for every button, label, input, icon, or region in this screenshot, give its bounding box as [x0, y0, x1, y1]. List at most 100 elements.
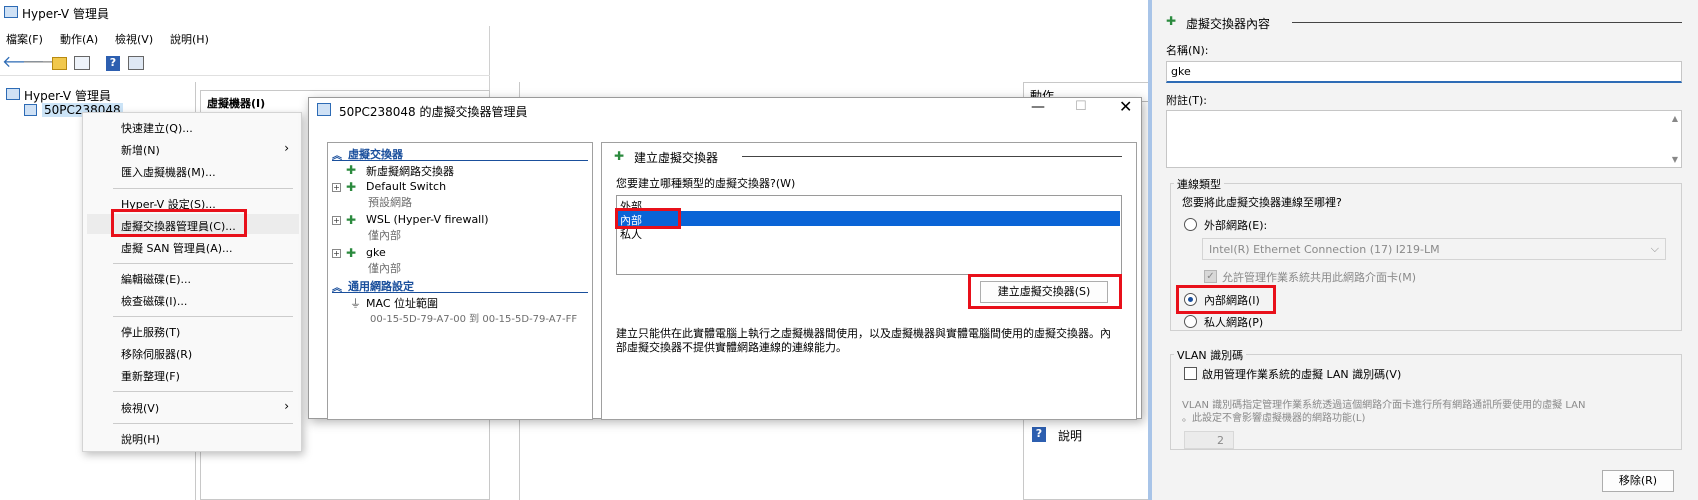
- mac-range-value: 00-15-5D-79-A7-00 到 00-15-5D-79-A7-FF: [370, 314, 578, 325]
- forward-arrow-icon[interactable]: 🡒: [22, 54, 65, 72]
- menu-import-vm[interactable]: 匯入虛擬機器(M)...: [121, 164, 216, 180]
- menu-vsan-manager[interactable]: 虛擬 SAN 管理員(A)...: [121, 240, 233, 256]
- back-arrow-icon[interactable]: 🡐: [2, 54, 45, 72]
- vlan-description-note: 。此設定不會影響虛擬機器的網路功能(L): [1182, 413, 1366, 424]
- adapter-dropdown[interactable]: Intel(R) Ethernet Connection (17) I219-L…: [1202, 238, 1666, 260]
- menu-help[interactable]: 說明(H): [121, 431, 160, 447]
- menu-file[interactable]: 檔案(F): [6, 31, 43, 47]
- switch-icon: ✚: [346, 246, 357, 260]
- properties-title: 虛擬交換器內容: [1186, 17, 1271, 31]
- external-label[interactable]: 外部網路(E):: [1204, 217, 1267, 233]
- menu-help[interactable]: 說明(H): [170, 31, 209, 47]
- private-radio[interactable]: [1184, 315, 1197, 328]
- switch-icon: ✚: [346, 213, 357, 227]
- vlan-enable-label[interactable]: 啟用管理作業系統的虛擬 LAN 識別碼(V): [1202, 366, 1401, 382]
- switch-type-list[interactable]: 外部 內部 私人: [615, 195, 1122, 275]
- title-bar: Hyper-V 管理員: [0, 0, 490, 26]
- switch-name[interactable]: Default Switch: [366, 180, 446, 193]
- show-hide-tree-icon[interactable]: [74, 56, 90, 70]
- private-label[interactable]: 私人網路(P): [1204, 314, 1263, 330]
- vlan-heading: VLAN 識別碼: [1174, 347, 1247, 363]
- network-icon: [317, 103, 331, 116]
- actions-help[interactable]: 說明: [1058, 427, 1082, 444]
- menu-inspect-disk[interactable]: 檢查磁碟(I)...: [121, 293, 187, 309]
- menu-view[interactable]: 檢視(V): [115, 31, 153, 47]
- switch-type-question: 您要建立哪種類型的虛擬交換器?(W): [616, 177, 796, 190]
- adapter-value: Intel(R) Ethernet Connection (17) I219-L…: [1209, 243, 1440, 256]
- remove-button[interactable]: 移除(R): [1602, 470, 1674, 492]
- vlan-id-value: 2: [1217, 434, 1224, 447]
- help-action-icon: ?: [1032, 427, 1046, 442]
- new-switch-item[interactable]: 新虛擬網路交換器: [366, 163, 454, 179]
- section-divider: [332, 292, 588, 293]
- hyperv-app-icon: [4, 6, 18, 18]
- menu-new[interactable]: 新增(N): [121, 142, 160, 158]
- highlight-box: [968, 274, 1122, 309]
- menu-separator: [113, 263, 293, 264]
- allow-mgmt-label: 允許管理作業系統共用此網路介面卡(M): [1222, 271, 1417, 284]
- vlan-id-field[interactable]: 2: [1184, 431, 1234, 449]
- menu-bar: 檔案(F) 動作(A) 檢視(V) 說明(H): [0, 28, 490, 48]
- dialog-title-bar: 50PC238048 的虛擬交換器管理員 — ☐ ✕: [309, 97, 1141, 122]
- switch-properties-pane: ✚ 虛擬交換器內容 名稱(N): gke 附註(T): ▲ ▼ 連線類型 您要將…: [1148, 0, 1698, 500]
- expand-icon[interactable]: +: [332, 183, 341, 192]
- add-switch-icon: ✚: [346, 163, 357, 177]
- menu-action[interactable]: 動作(A): [60, 31, 98, 47]
- notes-field[interactable]: ▲ ▼: [1166, 110, 1682, 168]
- switch-description: 建立只能供在此實體電腦上執行之虛擬機器間使用，以及虛擬機器與實體電腦間使用的虛擬…: [616, 327, 1111, 354]
- switch-icon: ✚: [346, 180, 357, 194]
- help-icon[interactable]: ?: [106, 56, 120, 71]
- panel-title-rule: [742, 156, 1122, 157]
- name-value: gke: [1171, 65, 1191, 78]
- properties-title-rule: [1292, 22, 1682, 23]
- menu-quick-create[interactable]: 快速建立(Q)...: [121, 120, 193, 136]
- close-icon[interactable]: ✕: [1119, 97, 1132, 116]
- vlan-enable-checkbox[interactable]: [1184, 367, 1197, 380]
- context-menu: 快速建立(Q)... 新增(N) › 匯入虛擬機器(M)... Hyper-V …: [82, 112, 302, 452]
- switch-tree: ︽ 虛擬交換器 ✚ 新虛擬網路交換器 + ✚ Default Switch 預設…: [327, 142, 593, 420]
- external-radio[interactable]: [1184, 218, 1197, 231]
- name-field[interactable]: gke: [1166, 61, 1682, 83]
- connection-question: 您要將此虛擬交換器連線至哪裡?: [1182, 196, 1342, 209]
- maximize-icon[interactable]: ☐: [1075, 99, 1087, 114]
- create-switch-panel: ✚ 建立虛擬交換器 您要建立哪種類型的虛擬交換器?(W) 外部 內部 私人 建立…: [601, 142, 1137, 420]
- type-internal-selected[interactable]: [618, 211, 1120, 226]
- chevron-down-icon: ⌵: [1650, 242, 1659, 255]
- switch-properties-icon: ✚: [1166, 14, 1177, 28]
- menu-refresh[interactable]: 重新整理(F): [121, 368, 180, 384]
- name-label: 名稱(N):: [1166, 44, 1209, 57]
- mac-range-label[interactable]: MAC 位址範圍: [366, 295, 438, 311]
- menu-stop-service[interactable]: 停止服務(T): [121, 324, 180, 340]
- switch-name[interactable]: WSL (Hyper-V firewall): [366, 213, 489, 226]
- menu-separator: [113, 391, 293, 392]
- server-icon: [24, 104, 37, 116]
- notes-label: 附註(T):: [1166, 94, 1208, 107]
- expand-icon[interactable]: +: [332, 249, 341, 258]
- switch-name[interactable]: gke: [366, 246, 386, 259]
- menu-remove-server[interactable]: 移除伺服器(R): [121, 346, 192, 362]
- mac-icon: ⏚: [350, 297, 361, 310]
- window-title: Hyper-V 管理員: [22, 7, 109, 21]
- toolbar: 🡐 🡒 ?: [0, 50, 490, 76]
- action-pane-icon[interactable]: [128, 56, 144, 70]
- minimize-icon[interactable]: —: [1031, 99, 1045, 115]
- hyperv-root-icon: [6, 88, 20, 100]
- menu-separator: [113, 423, 293, 424]
- allow-mgmt-checkbox[interactable]: ✓: [1204, 270, 1217, 283]
- highlight-box: [615, 208, 681, 229]
- menu-view[interactable]: 檢視(V): [121, 400, 159, 416]
- highlight-box: [111, 209, 247, 237]
- menu-edit-disk[interactable]: 編輯磁碟(E)...: [121, 271, 191, 287]
- chevron-right-icon: ›: [284, 399, 289, 413]
- tree-root[interactable]: Hyper-V 管理員: [24, 87, 111, 104]
- scroll-up-icon[interactable]: ▲: [1672, 114, 1678, 123]
- menu-separator: [113, 188, 293, 189]
- up-folder-icon[interactable]: [52, 57, 67, 70]
- scroll-down-icon[interactable]: ▼: [1672, 155, 1678, 164]
- chevron-right-icon: ›: [284, 141, 289, 155]
- expand-icon[interactable]: +: [332, 216, 341, 225]
- menu-separator: [113, 316, 293, 317]
- switch-type: 預設網路: [368, 196, 412, 209]
- highlight-box: [1176, 285, 1276, 314]
- add-switch-icon: ✚: [614, 149, 625, 163]
